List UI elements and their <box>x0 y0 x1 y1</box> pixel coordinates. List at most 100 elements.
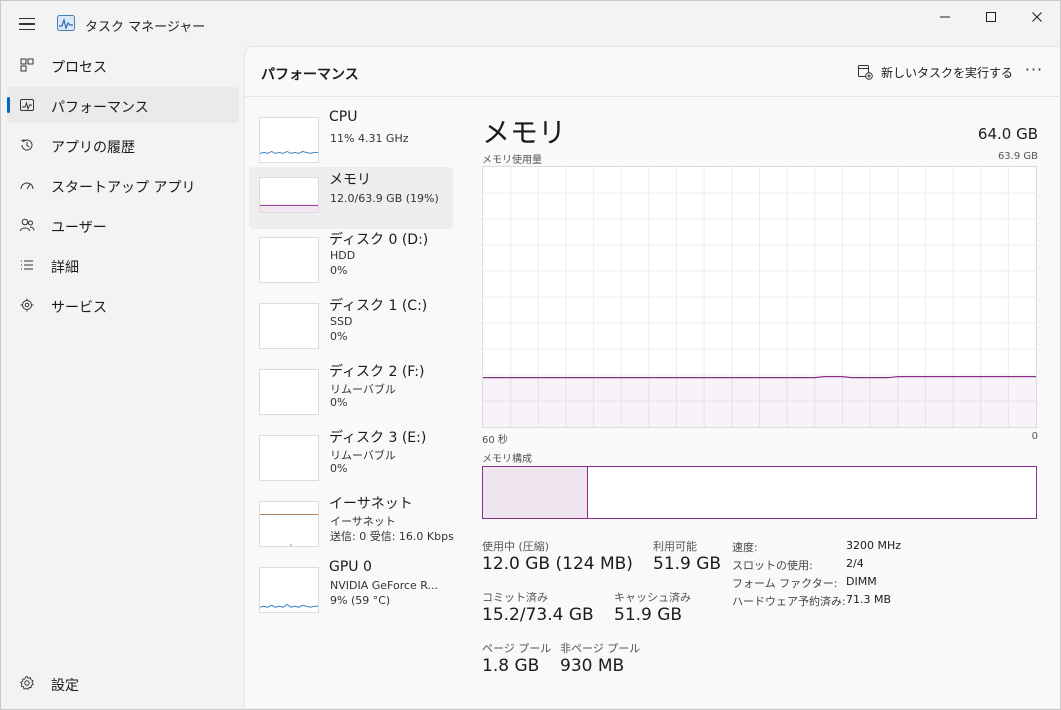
resource-item-disk-1[interactable]: ディスク 1 (C:) SSD 0% <box>249 293 453 355</box>
minimize-button[interactable] <box>922 1 968 33</box>
run-new-task-label: 新しいタスクを実行する <box>881 65 1014 80</box>
page-title: パフォーマンス <box>261 67 359 83</box>
in-use-value: 12.0 GB (124 MB) <box>482 554 633 574</box>
slots-key: スロットの使用: <box>732 559 813 572</box>
resource-item-cpu[interactable]: CPU 11% 4.31 GHz <box>249 107 453 169</box>
disk-2-thumbnail-graph <box>259 369 319 415</box>
disk-0-thumbnail-graph <box>259 237 319 283</box>
paged-pool-value: 1.8 GB <box>482 656 540 676</box>
nav-item-services[interactable]: サービス <box>7 287 239 323</box>
resource-detail: イーサネット <box>330 515 396 528</box>
memory-usage-area <box>483 377 1036 427</box>
resource-detail: 11% 4.31 GHz <box>330 132 409 145</box>
maximize-icon <box>986 12 996 22</box>
run-new-task-button[interactable]: 新しいタスクを実行する <box>857 59 1013 85</box>
form-factor-key: フォーム ファクター: <box>732 577 838 590</box>
memory-composition-bar <box>482 466 1037 519</box>
nav-item-startup-apps[interactable]: スタートアップ アプリ <box>7 167 239 203</box>
speed-key: 速度: <box>732 541 758 554</box>
resource-usage: 送信: 0 受信: 16.0 Kbps <box>330 530 454 543</box>
resource-name: イーサネット <box>329 496 413 512</box>
nav-item-app-history[interactable]: アプリの履歴 <box>7 127 239 163</box>
available-value: 51.9 GB <box>653 554 722 574</box>
slots-value: 2/4 <box>846 557 864 570</box>
reserved-key: ハードウェア予約済み: <box>732 595 846 608</box>
resource-name: CPU <box>329 109 358 125</box>
gear-icon <box>20 675 34 691</box>
nav-item-label: パフォーマンス <box>51 100 149 116</box>
minimize-icon <box>940 16 950 18</box>
startup-icon <box>20 182 34 190</box>
nonpaged-pool-label: 非ページ プール <box>560 642 641 655</box>
sidebar-nav: プロセス パフォーマンス アプリの履歴 スタートアップ アプリ ユーザー 詳細 … <box>1 45 243 709</box>
resource-name: GPU 0 <box>329 559 372 575</box>
memory-total: 64.0 GB <box>977 125 1038 143</box>
disk-3-thumbnail-graph <box>259 435 319 481</box>
cached-label: キャッシュ済み <box>614 591 691 604</box>
ethernet-thumbnail-graph <box>259 501 319 547</box>
nav-item-label: スタートアップ アプリ <box>51 180 196 196</box>
processes-icon <box>20 58 34 72</box>
resource-detail: NVIDIA GeForce R... <box>330 579 439 592</box>
cpu-thumbnail-graph <box>259 117 319 163</box>
nav-item-label: アプリの履歴 <box>51 140 135 156</box>
maximize-button[interactable] <box>968 1 1014 33</box>
memory-thumbnail-graph <box>259 177 319 213</box>
run-new-task-icon <box>858 65 873 80</box>
resource-name: ディスク 0 (D:) <box>329 232 429 248</box>
resource-detail: SSD <box>330 315 353 328</box>
resource-item-disk-0[interactable]: ディスク 0 (D:) HDD 0% <box>249 227 453 289</box>
services-icon <box>20 298 34 312</box>
close-icon <box>1032 12 1042 22</box>
memory-usage-graph <box>482 166 1037 428</box>
resource-detail: HDD <box>330 249 356 262</box>
app-title: タスク マネージャー <box>85 20 206 35</box>
nav-item-processes[interactable]: プロセス <box>7 47 239 83</box>
users-icon <box>20 218 35 232</box>
nav-item-details[interactable]: 詳細 <box>7 247 239 283</box>
cached-value: 51.9 GB <box>614 605 683 625</box>
usage-graph-max: 63.9 GB <box>997 151 1038 162</box>
hamburger-menu-icon[interactable] <box>15 13 39 35</box>
usage-graph-label: メモリ使用量 <box>482 155 542 166</box>
resource-item-memory[interactable]: メモリ 12.0/63.9 GB (19%) <box>249 167 453 229</box>
resource-name: ディスク 3 (E:) <box>329 430 427 446</box>
resource-item-disk-3[interactable]: ディスク 3 (E:) リムーバブル 0% <box>249 425 453 487</box>
committed-label: コミット済み <box>482 591 548 604</box>
resource-detail: リムーバブル <box>330 383 396 396</box>
details-icon <box>21 260 33 270</box>
form-factor-value: DIMM <box>846 575 877 588</box>
resource-name: メモリ <box>329 172 371 188</box>
nav-item-label: サービス <box>51 300 107 316</box>
resource-usage: 0% <box>330 330 348 343</box>
close-button[interactable] <box>1014 1 1060 33</box>
resource-detail: 12.0/63.9 GB (19%) <box>330 192 439 205</box>
task-manager-app-icon <box>57 15 75 31</box>
resource-item-ethernet[interactable]: イーサネット イーサネット 送信: 0 受信: 16.0 Kbps <box>249 491 455 553</box>
paged-pool-label: ページ プール <box>482 642 552 655</box>
history-icon <box>20 138 33 151</box>
more-options-button[interactable]: ··· <box>1021 61 1047 83</box>
nav-item-label: 設定 <box>51 678 79 694</box>
graph-axis-left: 60 秒 <box>482 435 508 446</box>
resource-detail: リムーバブル <box>330 449 396 462</box>
nonpaged-pool-value: 930 MB <box>560 656 625 676</box>
resource-item-gpu-0[interactable]: GPU 0 NVIDIA GeForce R... 9% (59 °C) <box>249 557 453 619</box>
graph-axis-right: 0 <box>1031 431 1038 442</box>
active-indicator <box>7 97 10 113</box>
resource-usage: 0% <box>330 264 348 277</box>
performance-icon <box>20 99 34 111</box>
resource-name: ディスク 1 (C:) <box>329 298 428 314</box>
page-header: パフォーマンス 新しいタスクを実行する ··· <box>245 47 1061 97</box>
resource-usage: 0% <box>330 462 348 475</box>
composition-label: メモリ構成 <box>482 454 532 465</box>
nav-item-performance[interactable]: パフォーマンス <box>7 87 239 123</box>
nav-item-settings[interactable]: 設定 <box>7 665 239 701</box>
available-label: 利用可能 <box>653 540 697 553</box>
disk-1-thumbnail-graph <box>259 303 319 349</box>
nav-item-users[interactable]: ユーザー <box>7 207 239 243</box>
composition-in-use-segment <box>483 467 588 518</box>
main-panel: パフォーマンス 新しいタスクを実行する ··· CPU 11% 4.31 GHz… <box>244 46 1061 708</box>
nav-item-label: 詳細 <box>51 260 79 276</box>
resource-item-disk-2[interactable]: ディスク 2 (F:) リムーバブル 0% <box>249 359 453 421</box>
